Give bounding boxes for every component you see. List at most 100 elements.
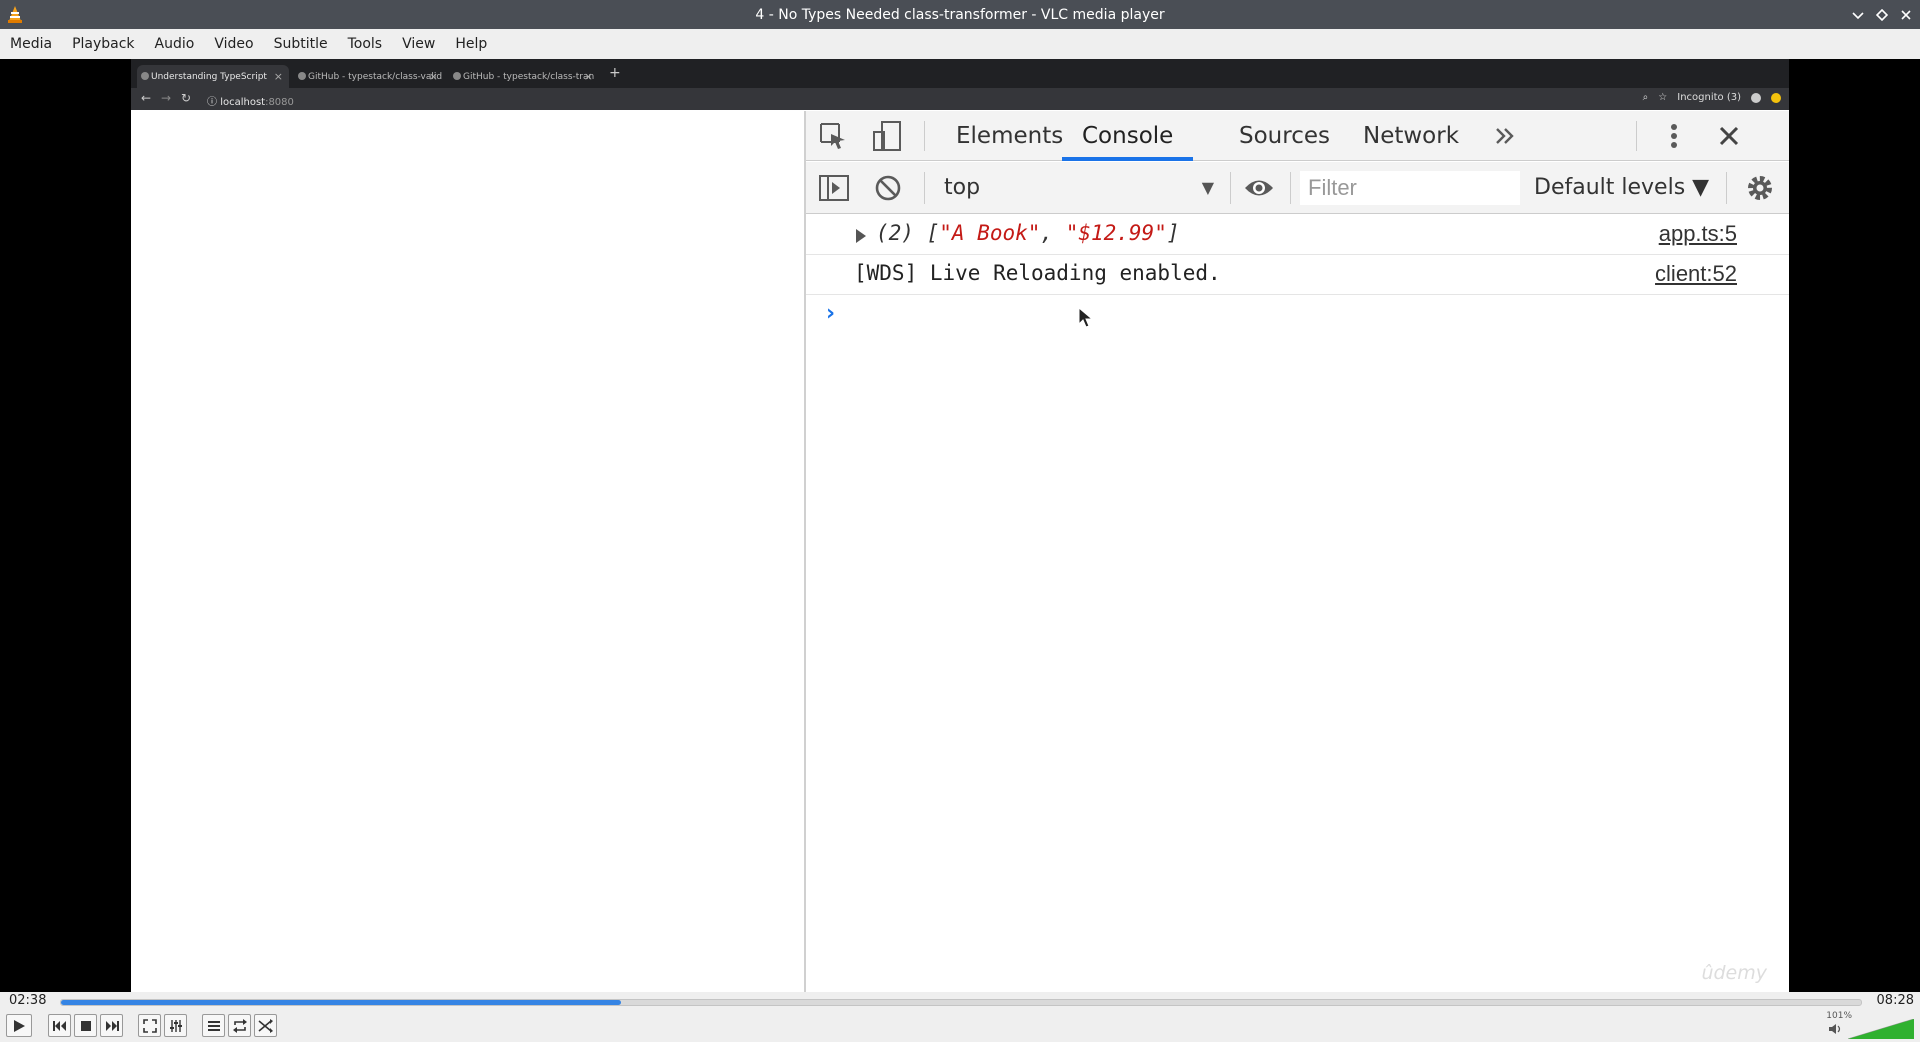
close-icon xyxy=(1716,123,1742,149)
back-arrow-icon: ← xyxy=(141,91,152,105)
speaker-icon[interactable] xyxy=(1828,1023,1842,1035)
video-area[interactable]: Understanding TypeScript × GitHub - type… xyxy=(0,59,1920,992)
console-filter-bar: top ▼ Default levels ▼ xyxy=(806,162,1789,214)
toolbar-separator xyxy=(924,172,925,204)
menu-subtitle[interactable]: Subtitle xyxy=(264,29,338,59)
toolbar-separator xyxy=(1290,172,1291,204)
expand-triangle-icon xyxy=(856,229,866,243)
log-message: [WDS] Live Reloading enabled. xyxy=(854,261,1221,285)
shuffle-button[interactable] xyxy=(254,1014,277,1037)
diamond-icon xyxy=(1876,8,1888,21)
playlist-icon xyxy=(207,1020,220,1031)
log-source-link[interactable]: client:52 xyxy=(1655,261,1737,287)
current-time: 02:38 xyxy=(9,993,47,1008)
toolbar-separator xyxy=(1726,172,1727,204)
console-log-row: [WDS] Live Reloading enabled. client:52 xyxy=(806,255,1789,295)
console-prompt-icon: › xyxy=(826,301,836,326)
play-button[interactable] xyxy=(6,1014,32,1037)
log-source-link[interactable]: app.ts:5 xyxy=(1659,221,1737,247)
github-icon xyxy=(453,72,461,80)
close-icon: × xyxy=(583,70,593,83)
array-separator: , xyxy=(1040,221,1066,245)
previous-button[interactable] xyxy=(48,1014,71,1037)
shuffle-icon xyxy=(257,1018,273,1033)
browser-tab: GitHub - typestack/class-valid × xyxy=(294,65,444,88)
total-time[interactable]: 08:28 xyxy=(1877,993,1914,1008)
devtools-toolbar: Elements Console Sources Network xyxy=(806,111,1789,161)
console-prompt-row[interactable]: › xyxy=(806,295,1789,335)
menu-playback[interactable]: Playback xyxy=(62,29,144,59)
console-filter-input[interactable] xyxy=(1300,171,1520,205)
extended-settings-button[interactable] xyxy=(164,1014,187,1037)
menu-audio[interactable]: Audio xyxy=(145,29,205,59)
log-levels-dropdown[interactable]: Default levels ▼ xyxy=(1534,172,1709,204)
close-window-button[interactable] xyxy=(1898,7,1914,23)
forward-arrow-icon: → xyxy=(161,91,172,105)
close-icon: × xyxy=(273,70,283,83)
kebab-menu-icon xyxy=(1664,121,1684,151)
toolbar-separator xyxy=(1230,172,1231,204)
url-host: localhost xyxy=(220,97,266,108)
toolbar-separator xyxy=(924,121,925,151)
chevron-down-icon xyxy=(1852,11,1864,19)
console-output: (2) ["A Book", "$12.99"] app.ts:5 [WDS] … xyxy=(806,215,1789,335)
menu-video[interactable]: Video xyxy=(204,29,263,59)
menu-tools[interactable]: Tools xyxy=(338,29,393,59)
mouse-cursor-icon xyxy=(1078,307,1094,328)
star-icon: ☆ xyxy=(1658,92,1668,103)
tab-elements[interactable]: Elements xyxy=(956,111,1063,161)
reload-icon: ↻ xyxy=(181,91,192,105)
fullscreen-button[interactable] xyxy=(138,1014,161,1037)
menu-help[interactable]: Help xyxy=(445,29,497,59)
profile-icon xyxy=(1771,92,1781,103)
zoom-icon: ⌕ xyxy=(1642,92,1649,103)
console-log-row: (2) ["A Book", "$12.99"] app.ts:5 xyxy=(806,215,1789,255)
browser-tab-label: GitHub - typestack/class-valid xyxy=(308,71,443,82)
minimize-button[interactable] xyxy=(1850,7,1866,23)
tab-console[interactable]: Console xyxy=(1062,111,1194,161)
log-message[interactable]: (2) ["A Book", "$12.99"] xyxy=(876,221,1180,245)
skip-back-icon xyxy=(52,1020,66,1031)
loop-icon xyxy=(232,1018,247,1033)
array-item: "A Book" xyxy=(939,221,1041,245)
incognito-icon xyxy=(1751,92,1761,103)
context-select[interactable]: top ▼ xyxy=(944,172,1214,204)
incognito-label: Incognito (3) xyxy=(1677,92,1741,103)
playback-controls: 101% xyxy=(0,1008,1920,1042)
seek-progress xyxy=(61,1000,621,1005)
browser-tab: Understanding TypeScript × xyxy=(137,65,289,88)
info-icon: ⓘ xyxy=(207,97,221,108)
maximize-button[interactable] xyxy=(1874,7,1890,23)
menu-media[interactable]: Media xyxy=(0,29,62,59)
stop-button[interactable] xyxy=(74,1014,97,1037)
close-icon xyxy=(1901,9,1911,20)
url-port: :8080 xyxy=(265,97,294,108)
device-toolbar-icon xyxy=(872,119,902,153)
next-button[interactable] xyxy=(100,1014,123,1037)
caret-down-icon: ▼ xyxy=(1201,178,1214,197)
tab-network[interactable]: Network xyxy=(1363,111,1459,161)
favicon-icon xyxy=(141,72,149,80)
tab-sources[interactable]: Sources xyxy=(1239,111,1330,161)
toolbar-separator xyxy=(1636,121,1637,151)
loop-button[interactable] xyxy=(228,1014,251,1037)
array-open: [ xyxy=(926,221,940,245)
array-item: "$12.99" xyxy=(1065,221,1167,245)
browser-tab-strip: Understanding TypeScript × GitHub - type… xyxy=(131,59,1789,88)
browser-tab-label: Understanding TypeScript xyxy=(151,71,267,82)
more-tabs-icon xyxy=(1492,123,1518,149)
seek-slider[interactable] xyxy=(60,999,1862,1006)
play-icon xyxy=(14,1019,25,1032)
browser-tab: GitHub - typestack/class-tran × xyxy=(449,65,599,88)
eye-icon xyxy=(1242,172,1276,204)
gear-icon xyxy=(1744,172,1776,204)
browser-tab-label: GitHub - typestack/class-tran xyxy=(463,71,595,82)
devtools-panel: Elements Console Sources Network top ▼ F… xyxy=(804,111,1789,992)
inspect-element-icon xyxy=(818,121,848,151)
sidebar-toggle-icon xyxy=(818,174,850,202)
menu-view[interactable]: View xyxy=(392,29,445,59)
volume-slider[interactable] xyxy=(1848,1019,1914,1039)
playlist-button[interactable] xyxy=(202,1014,225,1037)
stop-icon xyxy=(80,1020,91,1031)
menu-bar: Media Playback Audio Video Subtitle Tool… xyxy=(0,29,1920,59)
